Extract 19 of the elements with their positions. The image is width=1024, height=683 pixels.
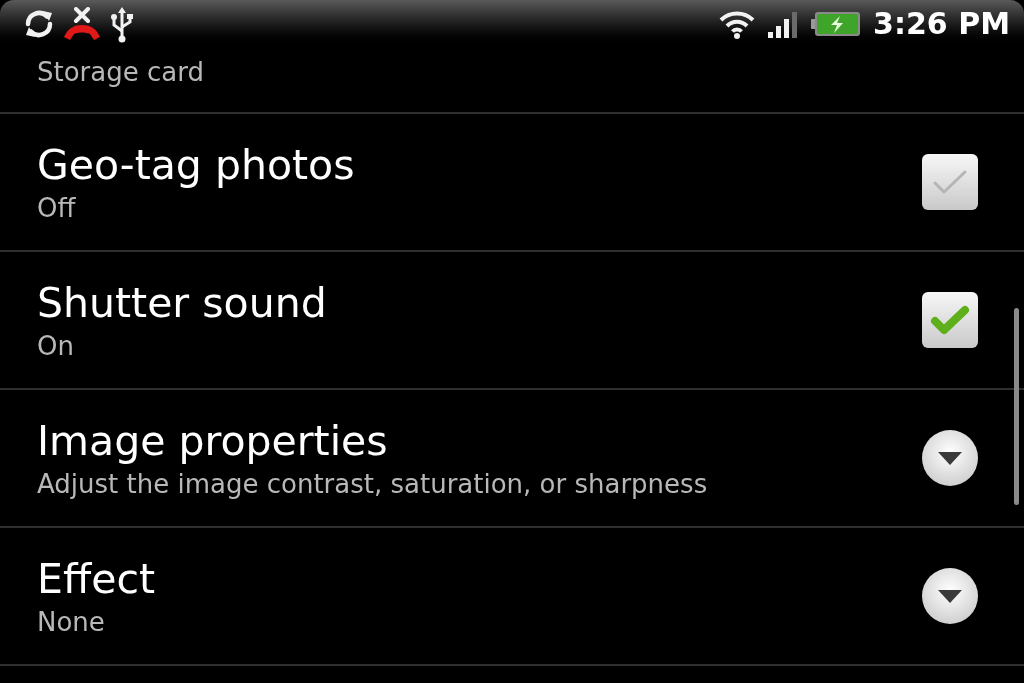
signal-icon (767, 10, 800, 38)
setting-summary: On (37, 330, 75, 362)
dropdown-icon[interactable] (921, 567, 979, 625)
clock-time: 3:26 PM (873, 7, 1010, 41)
usb-icon (108, 5, 136, 43)
checkbox[interactable] (921, 291, 979, 349)
missed-call-icon (62, 7, 102, 41)
setting-summary: Off (37, 192, 77, 224)
setting-title: Shutter sound (37, 278, 327, 328)
setting-title: Geo-tag photos (37, 140, 355, 190)
dropdown-icon[interactable] (921, 429, 979, 487)
setting-title: Image properties (37, 416, 389, 466)
setting-summary: Adjust the image contrast, saturation, or sharpness (37, 468, 708, 500)
setting-title: Effect (37, 554, 155, 604)
checkbox[interactable] (921, 153, 979, 211)
charging-battery-icon (811, 11, 862, 37)
setting-summary: None (37, 606, 106, 638)
wifi-icon (719, 9, 756, 39)
setting-summary: Storage card (37, 56, 204, 88)
